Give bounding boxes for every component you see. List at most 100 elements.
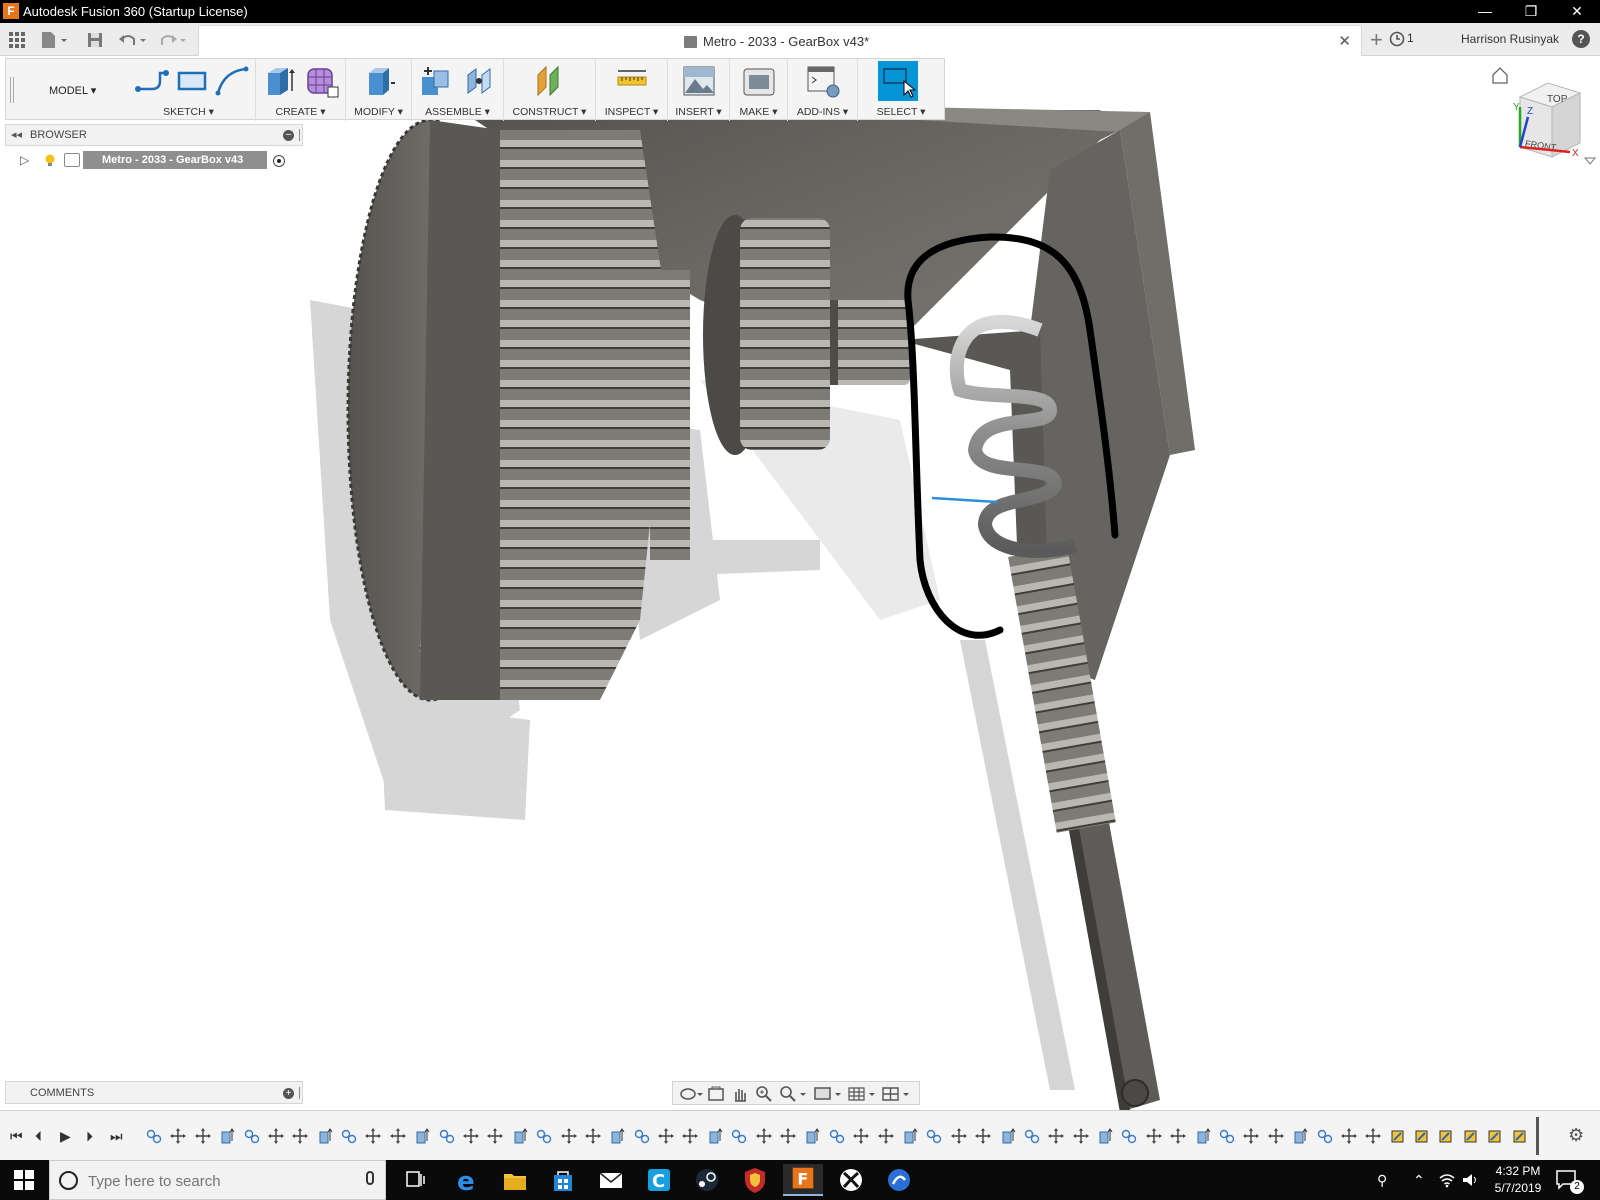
close-window-button[interactable]: ✕ — [1554, 0, 1600, 23]
step-back-icon[interactable]: ⏴ — [35, 1128, 42, 1145]
make-label[interactable]: MAKE ▾ — [730, 106, 787, 118]
create-sketch-icon[interactable] — [134, 63, 170, 99]
timeline-feature-icon[interactable] — [974, 1127, 992, 1145]
timeline-feature-icon[interactable] — [706, 1127, 724, 1145]
timeline-feature-icon[interactable] — [852, 1127, 870, 1145]
document-tab[interactable]: Metro - 2033 - GearBox v43* ✕ — [198, 25, 1362, 56]
timeline-feature-icon[interactable] — [340, 1127, 358, 1145]
wifi-icon[interactable] — [1438, 1172, 1456, 1188]
insert-label[interactable]: INSERT ▾ — [668, 106, 729, 118]
timeline-feature-icon[interactable] — [1145, 1127, 1163, 1145]
create-group[interactable]: CREATE ▾ — [256, 59, 346, 121]
timeline-feature-icon[interactable] — [1047, 1127, 1065, 1145]
taskbar-clock[interactable]: 4:32 PM 5/7/2019 — [1488, 1163, 1548, 1197]
fusion-360-taskbar-icon[interactable]: F — [783, 1164, 823, 1196]
scripts-addins-icon[interactable] — [805, 63, 841, 99]
timeline-feature-icon[interactable] — [1389, 1127, 1407, 1145]
file-menu-icon[interactable] — [40, 30, 70, 50]
timeline-feature-icon[interactable] — [218, 1127, 236, 1145]
assemble-label[interactable]: ASSEMBLE ▾ — [412, 106, 503, 118]
timeline-feature-icon[interactable] — [1120, 1127, 1138, 1145]
cortana-app-icon[interactable]: C — [639, 1164, 679, 1196]
grid-settings-icon[interactable] — [847, 1085, 877, 1103]
timeline-settings-gear-icon[interactable]: ⚙ — [1568, 1125, 1584, 1146]
press-pull-icon[interactable] — [361, 63, 397, 99]
sketch-line[interactable] — [931, 496, 998, 504]
add-comment-icon[interactable]: + — [283, 1088, 294, 1099]
make-group[interactable]: MAKE ▾ — [730, 59, 788, 121]
design-viewport[interactable] — [0, 56, 1600, 1110]
timeline-feature-icon[interactable] — [413, 1127, 431, 1145]
steam-icon[interactable] — [687, 1164, 727, 1196]
timeline-feature-icon[interactable] — [560, 1127, 578, 1145]
go-to-start-icon[interactable]: ⏮ — [10, 1128, 23, 1145]
pan-hand-icon[interactable] — [731, 1085, 749, 1103]
timeline-feature-icon[interactable] — [608, 1127, 626, 1145]
timeline-feature-icon[interactable] — [1437, 1127, 1455, 1145]
spline-icon[interactable] — [214, 63, 250, 99]
timeline-feature-icon[interactable] — [755, 1127, 773, 1145]
timeline-feature-icon[interactable] — [145, 1127, 163, 1145]
job-status-clock-icon[interactable] — [1389, 31, 1405, 47]
edge-browser-icon[interactable]: e — [447, 1164, 487, 1196]
sketch-group[interactable]: SKETCH ▾ — [122, 59, 256, 121]
microsoft-store-icon[interactable] — [543, 1164, 583, 1196]
modify-group[interactable]: MODIFY ▾ — [346, 59, 412, 121]
timeline-feature-icon[interactable] — [1072, 1127, 1090, 1145]
root-component-name[interactable]: Metro - 2033 - GearBox v43 — [83, 151, 267, 169]
play-icon[interactable]: ▶ — [60, 1128, 71, 1145]
task-view-icon[interactable] — [395, 1164, 435, 1196]
view-cube[interactable]: TOP FRONT X Y Z — [1480, 62, 1600, 172]
timeline-feature-icon[interactable] — [803, 1127, 821, 1145]
taskbar-search-box[interactable] — [49, 1160, 386, 1200]
timeline-feature-icon[interactable] — [1291, 1127, 1309, 1145]
file-explorer-icon[interactable] — [495, 1164, 535, 1196]
modify-label[interactable]: MODIFY ▾ — [346, 106, 411, 118]
timeline-feature-icon[interactable] — [779, 1127, 797, 1145]
timeline-feature-icon[interactable] — [1169, 1127, 1187, 1145]
look-at-icon[interactable] — [707, 1085, 725, 1103]
xbox-icon[interactable] — [831, 1164, 871, 1196]
collapse-panel-icon[interactable]: ◂◂ — [11, 128, 22, 141]
timeline-feature-icon[interactable] — [999, 1127, 1017, 1145]
restore-button[interactable]: ❐ — [1508, 0, 1554, 23]
viewcube-top-label[interactable]: TOP — [1547, 94, 1568, 105]
undo-icon[interactable] — [118, 31, 150, 51]
create-label[interactable]: CREATE ▾ — [256, 106, 345, 118]
save-icon[interactable] — [86, 31, 104, 51]
expand-triangle-icon[interactable]: ▷ — [20, 153, 29, 167]
activate-radio-icon[interactable] — [273, 155, 285, 167]
timeline-feature-icon[interactable] — [169, 1127, 187, 1145]
browser-minimize-icon[interactable]: – — [283, 130, 294, 141]
go-to-end-icon[interactable]: ⏭ — [110, 1128, 123, 1145]
timeline-feature-icon[interactable] — [950, 1127, 968, 1145]
timeline-feature-icon[interactable] — [657, 1127, 675, 1145]
orbit-icon[interactable] — [679, 1085, 703, 1103]
timeline-feature-icon[interactable] — [584, 1127, 602, 1145]
timeline-feature-icon[interactable] — [462, 1127, 480, 1145]
minimize-button[interactable]: — — [1462, 0, 1508, 23]
timeline-feature-icon[interactable] — [1096, 1127, 1114, 1145]
comments-pin-icon[interactable] — [299, 1087, 300, 1099]
insert-group[interactable]: INSERT ▾ — [668, 59, 730, 121]
taskbar-search-input[interactable] — [88, 1169, 358, 1193]
select-icon[interactable] — [878, 61, 918, 101]
timeline-feature-icon[interactable] — [535, 1127, 553, 1145]
show-hidden-icons-chevron-icon[interactable]: ⌃ — [1413, 1172, 1425, 1189]
timeline-feature-icon[interactable] — [291, 1127, 309, 1145]
viewports-icon[interactable] — [881, 1085, 911, 1103]
viewcube-menu-icon[interactable] — [1583, 157, 1597, 165]
timeline-feature-icon[interactable] — [901, 1127, 919, 1145]
timeline-feature-icon[interactable] — [1462, 1127, 1480, 1145]
timeline-feature-icon[interactable] — [364, 1127, 382, 1145]
timeline-feature-icon[interactable] — [1340, 1127, 1358, 1145]
timeline-feature-icon[interactable] — [925, 1127, 943, 1145]
redo-icon[interactable] — [158, 31, 190, 51]
rectangle-icon[interactable] — [174, 63, 210, 99]
toolbar-grip[interactable] — [10, 77, 14, 103]
assemble-group[interactable]: ASSEMBLE ▾ — [412, 59, 504, 121]
step-forward-icon[interactable]: ⏵ — [86, 1128, 93, 1145]
timeline-feature-icon[interactable] — [389, 1127, 407, 1145]
inspect-group[interactable]: INSPECT ▾ — [596, 59, 668, 121]
timeline-feature-icon[interactable] — [1316, 1127, 1334, 1145]
